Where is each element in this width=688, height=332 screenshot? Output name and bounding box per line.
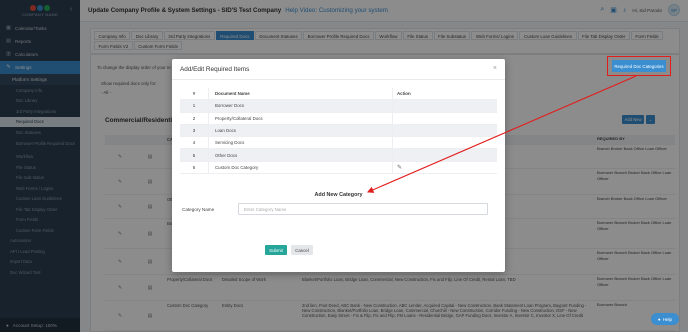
help-button[interactable]: ● Help [651, 313, 679, 325]
row-action: ✎ [392, 161, 497, 174]
table-row: 3 Loan Docs [180, 124, 497, 138]
add-new-category-title: Add New Category [314, 192, 363, 198]
row-document-name: Borrower Docs [208, 100, 392, 112]
table-row: 2 Property/Collateral Docs [180, 112, 497, 125]
edit-icon[interactable]: ✎ [397, 164, 402, 171]
row-action [392, 100, 497, 112]
row-number: 1 [192, 103, 196, 109]
row-action [392, 112, 497, 124]
col-document-name: Document Name [208, 88, 392, 100]
cancel-button[interactable]: Cancel [291, 245, 313, 255]
row-number: 6 [192, 164, 196, 170]
row-document-name: Custom Doc Category [208, 161, 392, 174]
submit-button[interactable]: Submit [265, 245, 287, 255]
row-action [392, 137, 497, 149]
row-document-name: Loan Docs [208, 124, 392, 137]
highlight-box-annotation [607, 56, 671, 76]
row-number: 2 [192, 115, 196, 121]
row-action [392, 149, 497, 161]
table-row: 1 Borrower Docs [180, 100, 497, 113]
category-name-label: Category Name [182, 207, 215, 212]
close-icon[interactable]: × [493, 65, 497, 72]
help-icon: ● [657, 316, 661, 322]
row-document-name: Servicing Docs [208, 137, 392, 149]
row-number: 3 [192, 128, 196, 134]
divider [172, 79, 505, 80]
row-document-name: Other Docs [208, 149, 392, 161]
table-row: 5 Other Docs [180, 149, 497, 162]
row-action [392, 124, 497, 137]
table-row: 6 Custom Doc Category ✎ [180, 161, 497, 175]
category-table: # Document Name Action 1 Borrower Docs 2 Pr… [180, 88, 497, 175]
table-row: 4 Servicing Docs [180, 137, 497, 150]
table-header: # Document Name Action [180, 88, 497, 101]
row-number: 4 [192, 140, 196, 146]
col-action: Action [392, 88, 497, 100]
col-num: # [192, 91, 196, 97]
row-document-name: Property/Collateral Docs [208, 112, 392, 124]
modal-title: Add/Edit Required Items [180, 66, 250, 73]
row-number: 5 [192, 152, 196, 158]
category-name-input[interactable]: Enter Category Name [238, 203, 488, 215]
add-edit-required-items-modal: Add/Edit Required Items × # Document Nam… [172, 59, 505, 272]
